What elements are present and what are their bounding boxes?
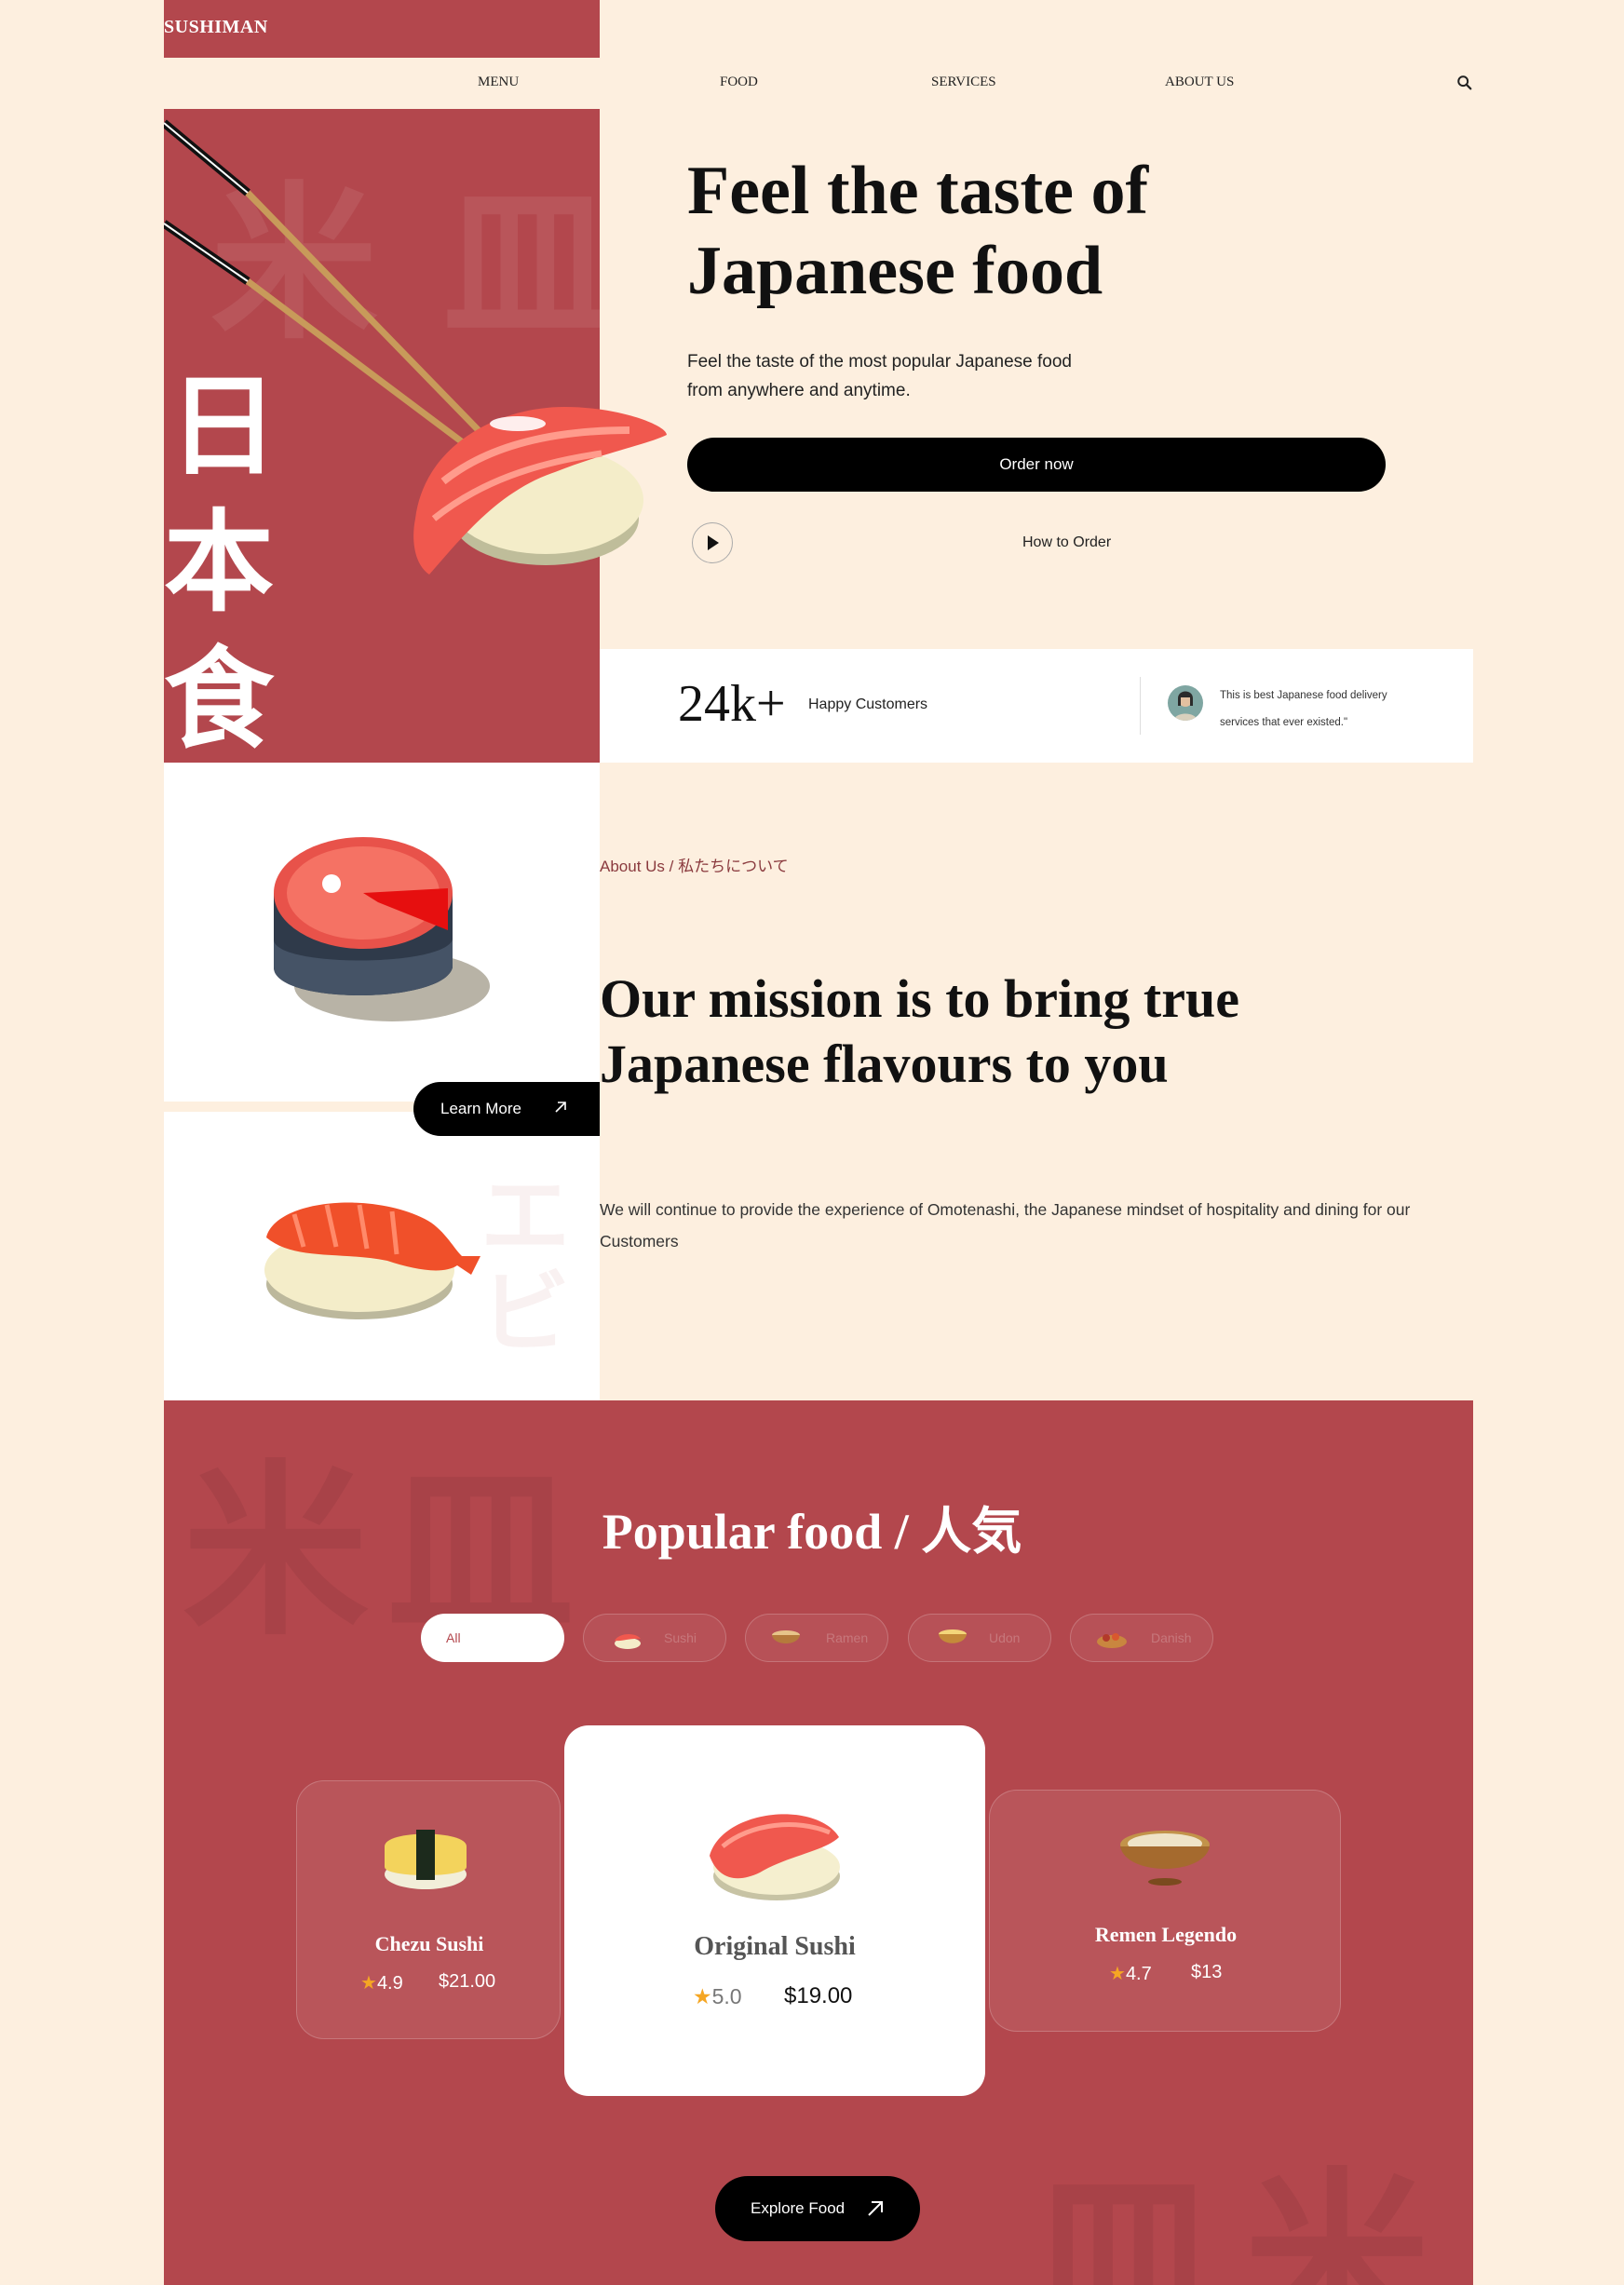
food-card-original-sushi[interactable]: Original Sushi ★5.0 $19.00	[564, 1725, 985, 2096]
breadcrumb: About Us / 私たちについて	[600, 858, 789, 875]
nav-food[interactable]: FOOD	[720, 74, 758, 90]
food-rating: ★5.0	[693, 1984, 742, 2009]
food-rating: ★4.7	[1109, 1962, 1152, 1985]
food-price: $21.00	[439, 1971, 496, 1992]
play-icon	[708, 535, 719, 550]
salmon-roll-card	[164, 763, 600, 1102]
rating-value: 4.7	[1125, 1964, 1152, 1984]
filter-udon[interactable]: Udon	[908, 1614, 1051, 1662]
happy-customers-label: Happy Customers	[808, 696, 928, 712]
star-icon: ★	[693, 1984, 712, 2008]
learn-more-label: Learn More	[440, 1100, 521, 1117]
food-rating: ★4.9	[360, 1971, 403, 1994]
nav-about-us[interactable]: ABOUT US	[1165, 74, 1234, 90]
order-now-label: Order now	[999, 455, 1074, 473]
sushi-icon	[615, 1633, 641, 1649]
egg-sushi-illustration	[385, 1830, 467, 1889]
udon-bowl-icon	[939, 1629, 967, 1643]
star-icon: ★	[1109, 1964, 1126, 1984]
happy-customers-count: 24k+	[678, 675, 786, 733]
background-kanji: 米	[1244, 2152, 1431, 2285]
food-card-chezu-sushi[interactable]: Chezu Sushi ★4.9 $21.00	[296, 1780, 561, 2039]
stats-divider	[1140, 677, 1141, 735]
food-name: Chezu Sushi	[374, 1932, 484, 1955]
mission-title: Our mission is to bring true Japanese fl…	[600, 968, 1239, 1094]
salmon-nigiri-illustration	[710, 1814, 840, 1900]
food-card-remen-legendo[interactable]: Remen Legendo ★4.7 $13	[989, 1790, 1341, 2032]
ramen-bowl-icon	[772, 1630, 800, 1643]
salmon-roll-illustration	[274, 837, 490, 1021]
chopsticks-sushi-illustration	[164, 119, 667, 575]
danish-dish-icon	[1097, 1633, 1127, 1648]
logo[interactable]: SUSHIMAN	[164, 17, 268, 38]
filter-ramen[interactable]: Ramen	[745, 1614, 888, 1662]
filter-sushi[interactable]: Sushi	[583, 1614, 726, 1662]
arrow-up-right-icon	[555, 1102, 566, 1113]
play-video-button[interactable]	[692, 522, 733, 563]
filter-danish[interactable]: Danish	[1070, 1614, 1213, 1662]
customer-quote: This is best Japanese food delivery serv…	[1220, 690, 1387, 728]
kanji-shoku: 食	[164, 635, 275, 763]
star-icon: ★	[360, 1973, 377, 1994]
ebi-kana: エビ	[480, 1164, 570, 1365]
how-to-order-link[interactable]: How to Order	[1022, 534, 1111, 551]
filter-all[interactable]: All	[421, 1614, 564, 1662]
food-name: Original Sushi	[694, 1932, 856, 1961]
explore-food-label: Explore Food	[751, 2199, 846, 2217]
popular-food-title: Popular food / 人気	[602, 1504, 1022, 1560]
ramen-bowl-illustration	[1120, 1831, 1210, 1886]
customer-avatar	[1168, 685, 1203, 721]
food-price: $19.00	[784, 1983, 853, 2008]
background-kanji: 皿	[1030, 2152, 1217, 2285]
rating-value: 5.0	[711, 1984, 742, 2008]
food-price: $13	[1191, 1962, 1223, 1982]
hero-title: Feel the taste of Japanese food	[687, 153, 1149, 309]
nav-services[interactable]: SERVICES	[931, 74, 996, 90]
nav-menu[interactable]: MENU	[478, 74, 519, 90]
learn-more-button[interactable]: Learn More	[413, 1082, 600, 1136]
mission-text: We will continue to provide the experien…	[600, 1200, 1411, 1251]
arrow-up-right-icon	[868, 2201, 883, 2216]
food-name: Remen Legendo	[1094, 1923, 1238, 1946]
shrimp-sushi-card: エビ	[164, 1112, 600, 1400]
explore-food-button[interactable]: Explore Food	[715, 2176, 920, 2241]
shrimp-sushi-illustration	[264, 1202, 480, 1319]
order-now-button[interactable]: Order now	[687, 438, 1386, 492]
search-icon[interactable]	[1456, 74, 1473, 91]
rating-value: 4.9	[376, 1973, 403, 1994]
hero-subtitle: Feel the taste of the most popular Japan…	[687, 352, 1072, 400]
